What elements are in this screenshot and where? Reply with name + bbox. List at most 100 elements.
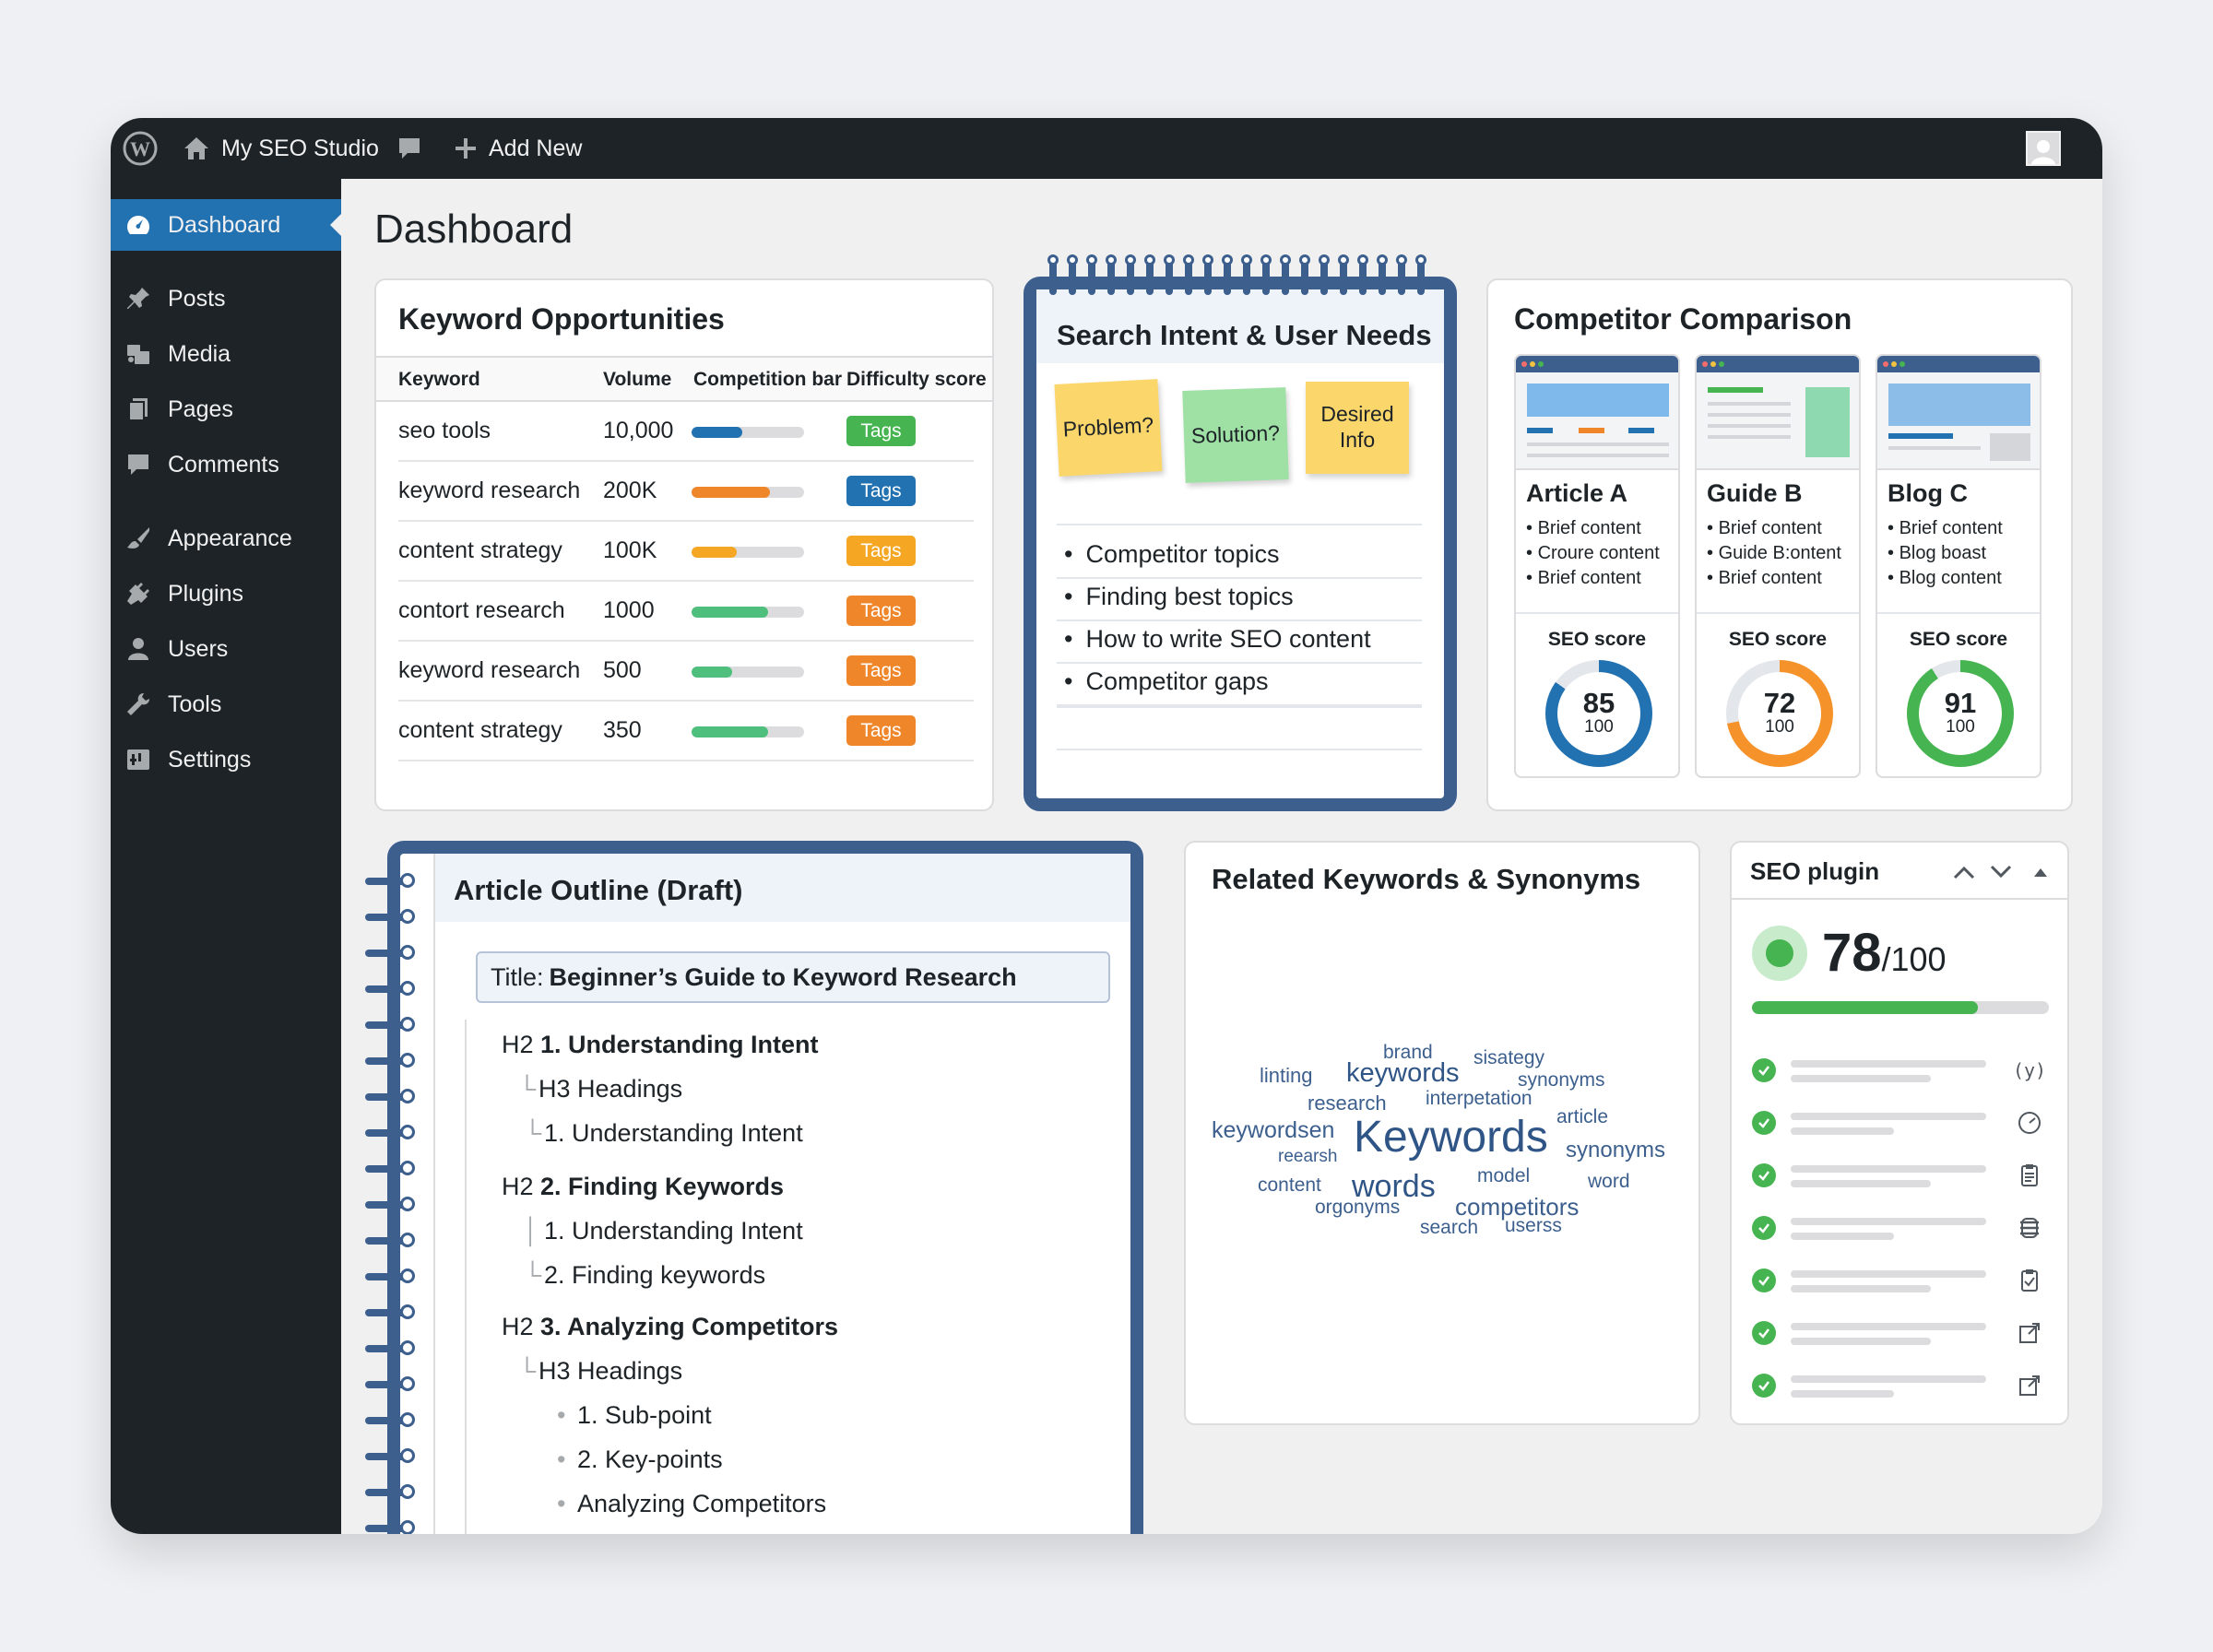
keyword-term[interactable]: word: [1588, 1171, 1630, 1193]
difficulty-tag[interactable]: Tags: [846, 536, 916, 566]
code-icon[interactable]: (y): [2016, 1056, 2043, 1084]
heading-level: H2: [502, 1173, 534, 1200]
keyword-term[interactable]: Keywords: [1354, 1112, 1548, 1162]
detail-text: Brief content: [1537, 518, 1641, 538]
binding-ring: [1299, 254, 1310, 295]
keyword-term[interactable]: keywords: [1346, 1058, 1460, 1089]
binding-ring: [365, 981, 415, 996]
checklist-row[interactable]: [1732, 1316, 2067, 1352]
sidebar-item-users[interactable]: Users: [111, 623, 341, 675]
site-name-link[interactable]: My SEO Studio: [183, 118, 379, 179]
card-title: Related Keywords & Synonyms: [1212, 863, 1641, 895]
detail-text: Brief content: [1718, 518, 1822, 538]
avatar[interactable]: [2026, 131, 2061, 166]
sidebar-item-comments[interactable]: Comments: [111, 439, 341, 490]
outline-item[interactable]: H2 3. Analyzing Competitors: [502, 1313, 838, 1341]
checklist-row[interactable]: (y): [1732, 1053, 2067, 1090]
outline-item[interactable]: • 1. Sub-point: [557, 1401, 712, 1430]
add-new-link[interactable]: Add New: [454, 118, 582, 179]
checklist-row[interactable]: [1732, 1158, 2067, 1195]
card-title: SEO plugin: [1750, 857, 1880, 885]
sidebar-item-settings[interactable]: Settings: [111, 734, 341, 785]
difficulty-tag[interactable]: Tags: [846, 596, 916, 626]
outline-item[interactable]: └ 2. Finding keywords: [524, 1261, 765, 1290]
external-link-icon[interactable]: [2016, 1372, 2043, 1399]
keyword-term[interactable]: sisategy: [1473, 1047, 1544, 1069]
keyword-term[interactable]: interpetation: [1426, 1088, 1533, 1110]
sidebar-item-tools[interactable]: Tools: [111, 678, 341, 730]
keyword-term[interactable]: synonyms: [1566, 1138, 1665, 1163]
clipboard-icon[interactable]: [2016, 1162, 2043, 1189]
outline-title-field[interactable]: Title: Beginner’s Guide to Keyword Resea…: [476, 951, 1110, 1003]
checklist-row[interactable]: [1732, 1105, 2067, 1142]
table-row[interactable]: seo tools 10,000 Tags: [398, 402, 974, 462]
outline-item[interactable]: H2 1. Understanding Intent: [502, 1031, 819, 1059]
outline-item[interactable]: └ H3 Headings: [518, 1075, 682, 1103]
sidebar-item-plugins[interactable]: Plugins: [111, 568, 341, 620]
table-row[interactable]: content strategy 100K Tags: [398, 522, 974, 582]
keyword-term[interactable]: keywordsen: [1212, 1117, 1334, 1144]
binding-ring: [365, 1484, 415, 1499]
binding-ring: [1338, 254, 1349, 295]
keyword-opportunities-card: Keyword Opportunities Keyword Volume Com…: [374, 278, 994, 811]
outline-item[interactable]: └ 1. Understanding Intent: [524, 1119, 803, 1148]
difficulty-tag[interactable]: Tags: [846, 655, 916, 686]
checklist-row[interactable]: [1732, 1368, 2067, 1405]
card-title: Competitor Comparison: [1514, 302, 1852, 336]
table-row[interactable]: content strategy 350 Tags: [398, 702, 974, 761]
difficulty-tag[interactable]: Tags: [846, 416, 916, 446]
keyword-term[interactable]: model: [1477, 1165, 1530, 1187]
outline-item[interactable]: • 2. Key-points: [557, 1446, 723, 1474]
brush-icon: [127, 527, 149, 549]
table-row[interactable]: contort research 1000 Tags: [398, 582, 974, 642]
sidebar-item-label: Appearance: [168, 525, 292, 551]
stack-icon[interactable]: [2016, 1214, 2043, 1242]
external-link-icon[interactable]: [2016, 1319, 2043, 1347]
binding-ring: [365, 1125, 415, 1139]
binding-ring: [365, 1053, 415, 1068]
chevron-down-icon[interactable]: [1988, 861, 2014, 883]
binding-ring: [1067, 254, 1078, 295]
sidebar-item-dashboard[interactable]: Dashboard: [111, 199, 342, 251]
column-header: Volume: [603, 369, 672, 390]
column-header: Competition bar: [693, 369, 842, 390]
keyword-term[interactable]: content: [1258, 1174, 1321, 1197]
outline-item[interactable]: H2 2. Finding Keywords: [502, 1173, 784, 1201]
keyword-term[interactable]: article: [1556, 1106, 1608, 1128]
sidebar-item-posts[interactable]: Posts: [111, 273, 341, 324]
difficulty-tag[interactable]: Tags: [846, 476, 916, 506]
sidebar-item-pages[interactable]: Pages: [111, 384, 341, 435]
keyword-term[interactable]: orgonyms: [1315, 1197, 1400, 1219]
difficulty-tag[interactable]: Tags: [846, 715, 916, 746]
collapse-arrow-icon[interactable]: [2032, 865, 2049, 879]
keyword-term[interactable]: userss: [1505, 1215, 1562, 1237]
checklist-row[interactable]: [1732, 1210, 2067, 1247]
competitor-card[interactable]: Article A • Brief content • Croure content…: [1514, 354, 1680, 778]
seo-score-label: SEO score: [1909, 629, 2008, 650]
outline-text: 1. Understanding Intent: [540, 1031, 819, 1058]
wordpress-logo-icon[interactable]: W: [122, 118, 159, 179]
sidebar-item-appearance[interactable]: Appearance: [111, 513, 341, 564]
add-new-label: Add New: [489, 135, 583, 161]
dashboard-icon: [126, 216, 150, 234]
binding-ring: [1280, 254, 1291, 295]
admin-bar: W My SEO Studio Add New: [111, 118, 2102, 179]
gauge-icon[interactable]: [2016, 1109, 2043, 1137]
comments-bubble-icon[interactable]: [396, 118, 422, 179]
checklist-row[interactable]: [1732, 1263, 2067, 1300]
chevron-up-icon[interactable]: [1951, 861, 1977, 883]
competitor-card[interactable]: Guide B • Brief content • Guide B:ontent • …: [1695, 354, 1861, 778]
outline-item[interactable]: └ H3 Headings: [518, 1357, 682, 1386]
keyword-term[interactable]: search: [1420, 1217, 1478, 1239]
outline-item[interactable]: • Analyzing Competitors: [557, 1490, 827, 1518]
bullet-text: Competitor topics: [1085, 540, 1280, 568]
table-row[interactable]: keyword research 500 Tags: [398, 642, 974, 702]
table-row[interactable]: keyword research 200K Tags: [398, 462, 974, 522]
clipboard-check-icon[interactable]: [2016, 1267, 2043, 1294]
keyword-term[interactable]: linting: [1260, 1064, 1312, 1088]
outline-item[interactable]: │ 1. Understanding Intent: [524, 1217, 803, 1245]
keyword-term[interactable]: reearsh: [1278, 1147, 1337, 1167]
outline-text: Analyzing Competitors: [577, 1490, 827, 1517]
sidebar-item-media[interactable]: Media: [111, 328, 341, 380]
competitor-card[interactable]: Blog C • Brief content • Blog boast • Blog …: [1876, 354, 2041, 778]
